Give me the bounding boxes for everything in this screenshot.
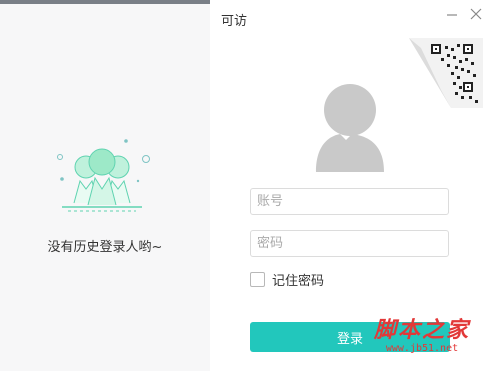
qr-code-corner[interactable] [401,38,483,108]
minimize-button[interactable] [443,6,461,24]
login-panel: 可访 账号 记住密码 登录 [210,0,491,371]
empty-users-illustration [50,135,155,219]
minimize-icon [446,5,458,24]
account-input[interactable] [250,188,449,215]
window-title: 可访 [221,14,248,29]
avatar-icon [312,80,388,180]
no-history-text: 没有历史登录人哟~ [47,240,163,255]
password-input[interactable] [250,230,449,257]
close-icon [470,6,482,24]
watermark-title: 脚本之家 [373,317,470,343]
close-button[interactable] [467,6,485,24]
watermark-url: www.jb51.net [385,343,459,354]
remember-password-checkbox[interactable] [250,272,265,287]
remember-password-label[interactable]: 记住密码 [272,270,324,289]
remember-password-row[interactable]: 记住密码 [250,270,324,289]
site-watermark: 脚本之家 www.jb51.net [356,318,488,355]
